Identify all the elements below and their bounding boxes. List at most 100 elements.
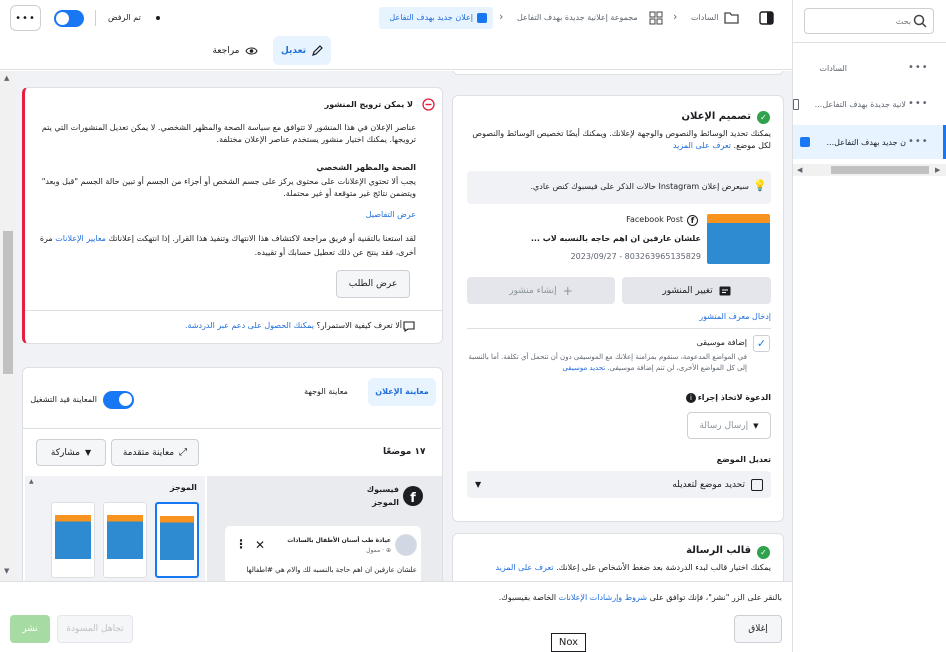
rejected-dot (156, 16, 160, 20)
chevron-right-icon: › (499, 10, 504, 23)
tab-review[interactable]: مراجعة (205, 36, 265, 65)
instagram-notice: سيعرض إعلان Instagram حالات الذكر على في… (467, 171, 771, 204)
close-button[interactable]: إغلاق (734, 615, 782, 643)
facebook-icon: f (687, 215, 698, 226)
placement-select[interactable]: ▼ تحديد موضع لتعديله (467, 471, 771, 498)
pencil-icon (311, 44, 323, 57)
lightbulb-icon: 💡 (753, 179, 767, 192)
post-meta: ممول · ⊕ (366, 547, 391, 554)
preview-canvas: f فيسبوك الموجز عيادة طب أسنان الأطفال ب… (207, 476, 442, 581)
search-input[interactable] (811, 16, 911, 26)
chat-support-help: ألا تعرف كيفية الاستمرار؟ يمكنك الحصول ع… (184, 321, 402, 330)
music-checkbox[interactable]: ✓ (753, 335, 770, 352)
tree-item-label: ...ن جديد بهدف التفاعل (826, 138, 906, 147)
publish-button: نشر (10, 615, 50, 643)
tree-item-ad[interactable]: ••• ...ن جديد بهدف التفاعل (793, 125, 946, 159)
enter-post-id-link[interactable]: إدخال معرف المنشور (649, 311, 771, 323)
ad-toggle[interactable] (54, 10, 84, 27)
message-template-description: يمكنك اختيار قالب لبدء الدردشة بعد ضغط ا… (495, 563, 771, 572)
selected-post[interactable]: f Facebook Post علشان عارفين ان اهم حاجه… (467, 212, 771, 272)
tab-page-preview[interactable]: معاينة الوجهة (289, 378, 363, 406)
error-icon (422, 98, 435, 111)
toggle-separator (95, 10, 96, 26)
caret-down-icon: ▼ (753, 421, 759, 430)
post-thumbnail (707, 214, 770, 264)
tree-item-more[interactable]: ••• (908, 62, 929, 73)
tree-item-adset[interactable]: ••• ...لانية جديدة بهدف التفاعل (793, 94, 946, 116)
post-page-name: عيادة طب أسنان الأطفال بالسادات (287, 537, 391, 544)
tab-edit[interactable]: تعديل (273, 36, 331, 65)
placement-thumbnail[interactable] (103, 502, 147, 578)
expand-icon: ⤢ (179, 447, 188, 458)
left-column: ▲ ▼ لا يمكن ترويج المنشور عناصر الإعلان … (0, 71, 452, 581)
cta-select[interactable]: إرسال رسالة ▼ (687, 412, 771, 439)
creative-title: تصميم الإعلان (681, 111, 751, 122)
platform-name: فيسبوك (366, 485, 399, 494)
rejection-enforcement: لقد استعنا بالتقنية أو فريق مراجعة لاكتش… (39, 234, 416, 257)
discard-draft-button: تجاهل المسودة (57, 615, 133, 643)
tab-ad-preview[interactable]: معاينة الإعلان (368, 378, 436, 406)
create-post-button: إنشاء منشور + (467, 277, 615, 304)
placement-thumbnail-selected[interactable] (155, 502, 199, 578)
advanced-preview-button[interactable]: معاينة متقدمة ⤢ (111, 439, 199, 466)
view-details-link[interactable]: عرض التفاصيل (225, 209, 416, 221)
tree-item-account[interactable]: ••• السادات (793, 58, 946, 80)
post-title: علشان عارفين ان اهم حاجه بالنسبه لاب ... (530, 234, 701, 243)
check-circle-icon: ✓ (757, 546, 770, 559)
platform-sub: الموجز (372, 498, 399, 507)
plus-icon: + (562, 283, 573, 298)
breadcrumb-campaign[interactable]: مجموعة إعلانية جديدة بهدف التفاعل (517, 12, 638, 24)
adset-icon (793, 99, 799, 110)
search-box[interactable] (804, 8, 934, 34)
chat-support-link[interactable]: يمكنك الحصول على دعم عبر الدردشة. (185, 321, 314, 330)
rejection-title: لا يمكن ترويج المنشور (324, 100, 413, 109)
sidebar-toggle-button[interactable] (755, 7, 777, 29)
learn-more-link[interactable]: تعرف على المزيد (673, 141, 731, 150)
post-id: 2023/09/27 - 803263965135829 (570, 252, 701, 261)
tree-item-label: السادات (819, 64, 847, 73)
right-panel: ••• السادات ••• ...لانية جديدة بهدف التف… (792, 0, 946, 652)
chevron-right-icon: › (673, 10, 678, 23)
kebab-icon[interactable]: ⋮ (235, 537, 247, 551)
tooltip: Nox (551, 633, 586, 652)
ad-icon (800, 137, 810, 147)
cta-label: الدعوة لاتخاذ إجراء (697, 393, 771, 402)
vertical-scrollbar[interactable]: ▲ ▼ (0, 71, 16, 581)
placement-thumbnail[interactable] (51, 502, 95, 578)
breadcrumb-ad[interactable]: إعلان جديد بهدف التفاعل (379, 7, 493, 29)
close-icon[interactable]: ✕ (255, 538, 265, 552)
ad-icon (477, 13, 487, 23)
change-post-button[interactable]: تغيير المنشور (622, 277, 771, 304)
folder-icon (724, 11, 739, 24)
search-icon (913, 14, 927, 28)
placement-icon (751, 478, 763, 491)
placements-count: ١٧ موضعًا (383, 447, 426, 457)
breadcrumb-account[interactable]: السادات (691, 12, 719, 24)
facebook-icon: f (403, 486, 423, 506)
rejection-body: عناصر الإعلان في هذا المنشور لا تتوافق م… (41, 123, 416, 144)
avatar (395, 534, 417, 556)
preview-toggle[interactable] (103, 391, 134, 409)
caret-down-icon: ▼ (475, 480, 482, 489)
ad-standards-link[interactable]: معايير الإعلانات (55, 234, 106, 243)
feed-section-label: الموجز (170, 483, 197, 492)
post-source: Facebook Post (626, 215, 683, 224)
view-request-button[interactable]: عرض الطلب (336, 270, 410, 298)
policy-section-body: يجب ألا تحتوي الإعلانات على محتوى يركز ع… (41, 177, 416, 198)
placement-label: تعديل الموضع (716, 455, 771, 464)
terms-link[interactable]: شروط وإرشادات الإعلانات (559, 593, 647, 602)
select-music-link[interactable]: تحديد موسيقى (562, 364, 605, 372)
horizontal-scrollbar[interactable]: ◀ ▶ (793, 164, 946, 176)
music-title: إضافة موسيقى (696, 338, 747, 347)
top-bar: ••• تم الرفض إعلان جديد بهدف التفاعل › م… (0, 0, 792, 70)
grid-icon (649, 11, 663, 25)
more-options-button[interactable]: ••• (10, 5, 41, 31)
message-template-card: ✓ قالب الرسالة يمكنك اختيار قالب لبدء ال… (452, 533, 784, 581)
policy-section-title: الصحة والمظهر الشخصي (316, 163, 416, 172)
check-circle-icon: ✓ (757, 111, 770, 124)
tree-item-label: ...لانية جديدة بهدف التفاعل (814, 100, 906, 109)
share-button[interactable]: مشاركة ▼ (36, 439, 106, 466)
learn-more-link[interactable]: تعرف على المزيد (495, 563, 553, 572)
creative-description: يمكنك تحديد الوسائط والنصوص والوجهة لإعل… (472, 129, 771, 150)
preview-toggle-label: المعاينة قيد التشغيل (30, 395, 97, 404)
